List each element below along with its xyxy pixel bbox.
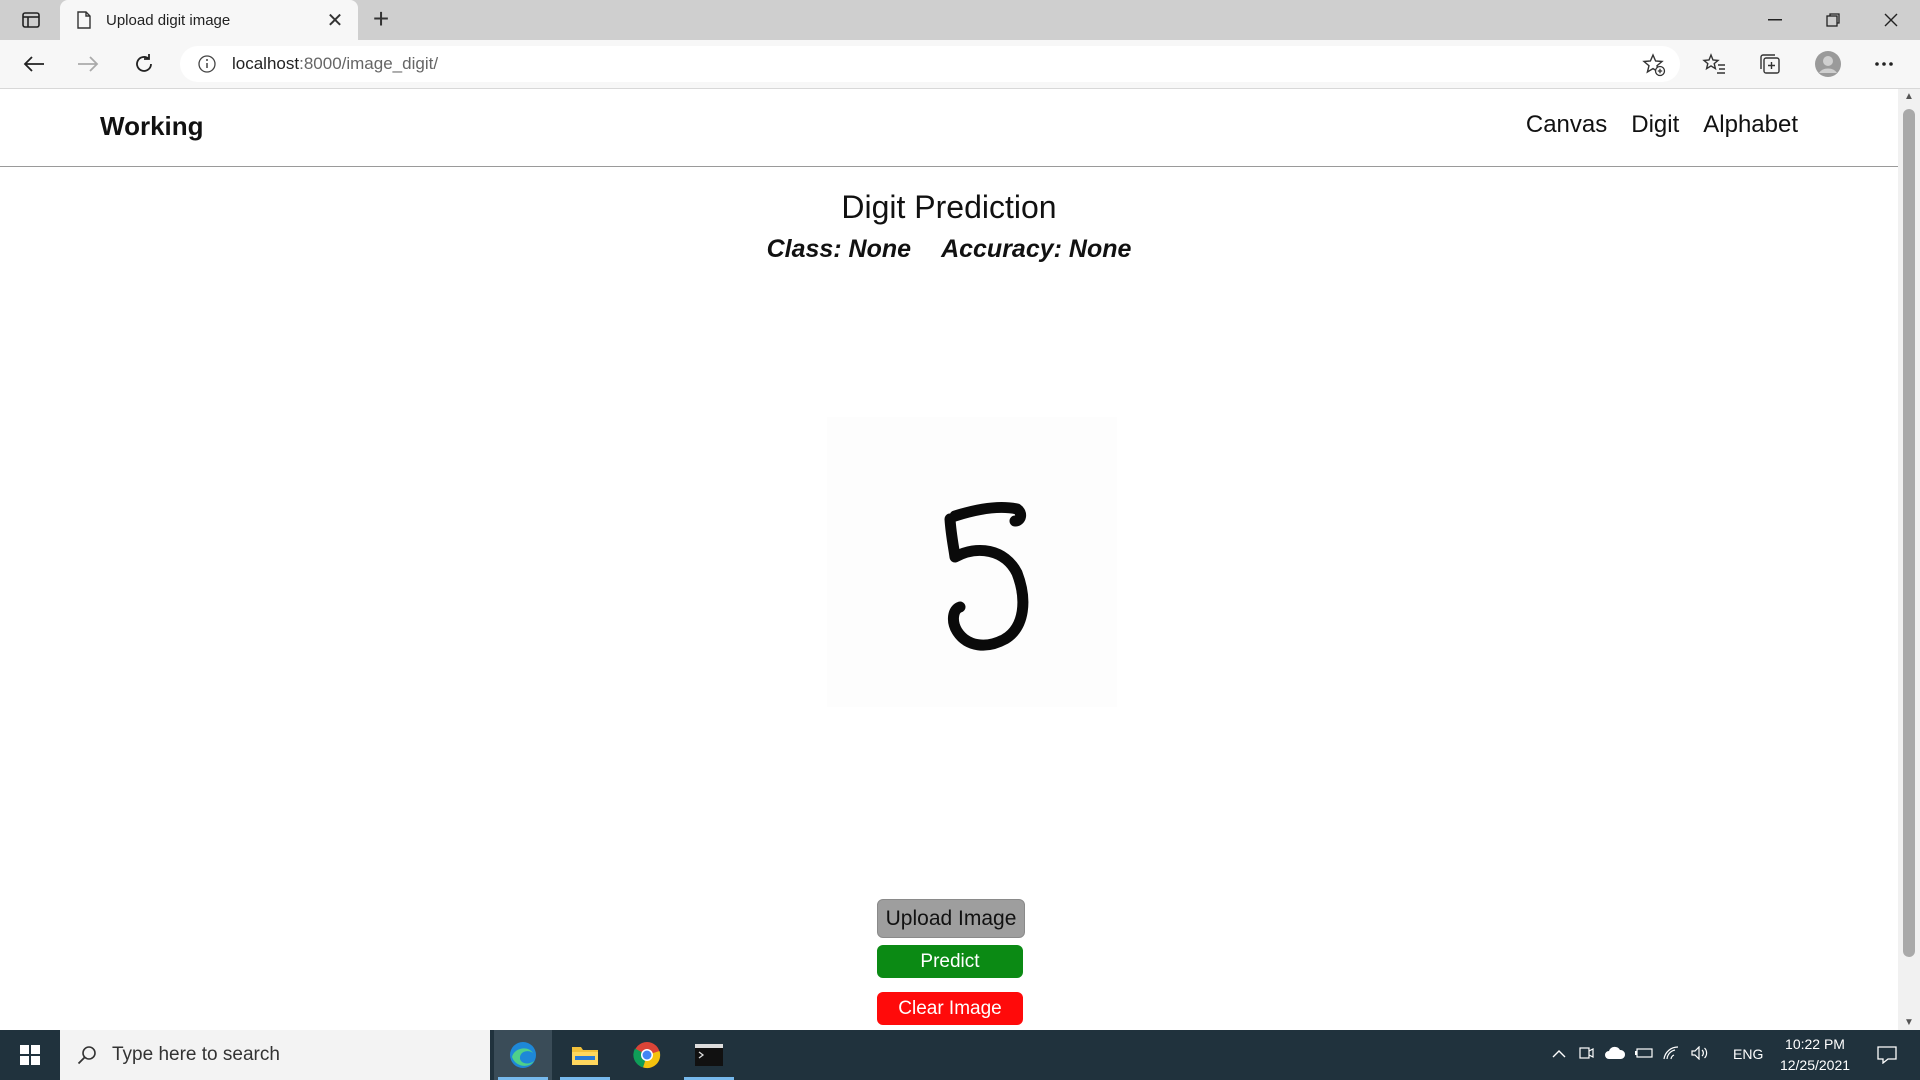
url-text: localhost:8000/image_digit/	[232, 54, 438, 74]
terminal-icon[interactable]	[680, 1030, 738, 1080]
class-result: Class: None	[766, 235, 912, 263]
page-viewport: Working Canvas Digit Alphabet Digit Pred…	[0, 89, 1898, 1030]
tab-title: Upload digit image	[106, 11, 231, 29]
clear-image-button[interactable]: Clear Image	[877, 992, 1023, 1025]
edge-icon[interactable]	[494, 1030, 552, 1080]
add-favorite-icon[interactable]	[1642, 53, 1666, 77]
search-placeholder: Type here to search	[112, 1044, 280, 1065]
site-info-icon[interactable]	[196, 53, 218, 75]
windows-taskbar: Type here to search ENG 10:22 PM 12/25/2…	[0, 1030, 1920, 1080]
close-window-icon[interactable]	[1862, 0, 1920, 40]
url-path: :8000/image_digit/	[299, 54, 439, 73]
notification-center-icon[interactable]	[1858, 1030, 1916, 1080]
brand-logo-text[interactable]: Working	[100, 111, 204, 142]
system-tray	[1546, 1030, 1714, 1080]
back-arrow-icon[interactable]	[16, 48, 52, 80]
nav-link-alphabet[interactable]: Alphabet	[1703, 111, 1798, 139]
tab-actions-icon[interactable]	[14, 8, 48, 32]
profile-avatar-icon[interactable]	[1810, 48, 1846, 80]
minimize-icon[interactable]	[1746, 0, 1804, 40]
clock-date: 12/25/2021	[1779, 1057, 1851, 1073]
nav-link-canvas[interactable]: Canvas	[1526, 111, 1607, 139]
nav-links: Canvas Digit Alphabet	[1526, 111, 1798, 139]
nav-link-digit[interactable]: Digit	[1631, 111, 1679, 139]
forward-arrow-icon[interactable]	[70, 48, 106, 80]
address-toolbar: localhost:8000/image_digit/	[0, 40, 1920, 89]
meet-now-icon[interactable]	[1572, 1045, 1600, 1066]
clock-time: 10:22 PM	[1785, 1036, 1845, 1052]
collections-icon[interactable]	[1752, 48, 1788, 80]
scroll-down-icon[interactable]: ▼	[1904, 1017, 1914, 1028]
predict-button[interactable]: Predict	[877, 945, 1023, 978]
taskbar-clock[interactable]: 10:22 PM 12/25/2021	[1770, 1034, 1860, 1076]
new-tab-button[interactable]: +	[366, 5, 396, 34]
accuracy-result: Accuracy: None	[941, 235, 1132, 263]
language-indicator[interactable]: ENG	[1733, 1046, 1763, 1062]
restore-icon[interactable]	[1804, 0, 1862, 40]
onedrive-cloud-icon[interactable]	[1600, 1046, 1630, 1065]
uploaded-digit-image	[827, 417, 1117, 707]
page-icon	[74, 10, 94, 30]
page-title: Digit Prediction	[841, 189, 1057, 225]
volume-icon[interactable]	[1686, 1045, 1714, 1065]
windows-start-icon[interactable]	[0, 1030, 60, 1080]
upload-image-button[interactable]: Upload Image	[877, 899, 1025, 938]
taskbar-search-box[interactable]: Type here to search	[60, 1030, 490, 1080]
show-hidden-icons-icon[interactable]	[1546, 1046, 1572, 1064]
file-explorer-icon[interactable]	[556, 1030, 614, 1080]
more-options-icon[interactable]	[1866, 48, 1902, 80]
browser-tab[interactable]: Upload digit image ✕	[60, 0, 358, 40]
url-bar[interactable]: localhost:8000/image_digit/	[180, 46, 1680, 82]
battery-icon[interactable]	[1630, 1046, 1658, 1064]
scroll-up-icon[interactable]: ▲	[1904, 91, 1914, 102]
site-navbar: Working Canvas Digit Alphabet	[0, 89, 1898, 167]
scrollbar-thumb[interactable]	[1903, 109, 1915, 957]
favorites-icon[interactable]	[1696, 48, 1732, 80]
close-tab-icon[interactable]: ✕	[322, 7, 348, 33]
browser-tab-bar: Upload digit image ✕ +	[0, 0, 1920, 40]
wifi-icon[interactable]	[1658, 1045, 1686, 1065]
chrome-icon[interactable]	[618, 1030, 676, 1080]
url-host: localhost	[232, 54, 300, 73]
reload-icon[interactable]	[126, 48, 162, 80]
search-icon	[76, 1044, 98, 1066]
page-scrollbar[interactable]: ▲ ▼	[1898, 89, 1920, 1030]
prediction-metrics: Class: None Accuracy: None	[0, 235, 1898, 264]
